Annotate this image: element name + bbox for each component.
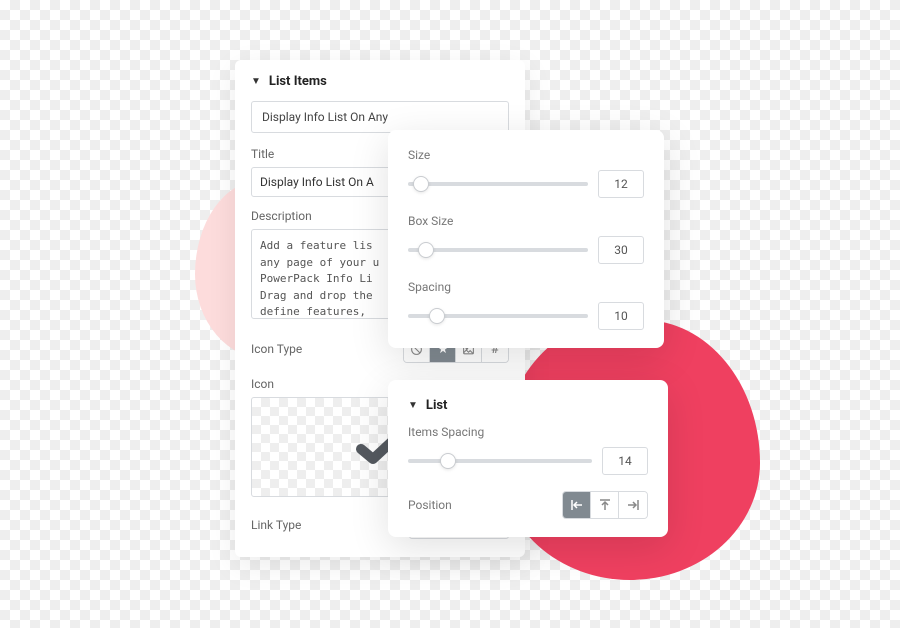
items-spacing-block: Items Spacing 14 [408, 425, 648, 475]
align-left-icon [570, 499, 584, 511]
items-spacing-value[interactable]: 14 [602, 447, 648, 475]
caret-down-icon: ▼ [408, 400, 418, 411]
caret-down-icon: ▼ [251, 76, 261, 87]
section-header[interactable]: ▼ List Items [251, 74, 509, 89]
align-right-icon [626, 499, 640, 511]
list-section-title: List [426, 398, 448, 413]
list-section-header[interactable]: ▼ List [408, 398, 648, 413]
slider-thumb[interactable] [413, 176, 429, 192]
items-spacing-label: Items Spacing [408, 425, 648, 439]
size-slider-block: Size 12 [408, 148, 644, 198]
slider-thumb[interactable] [429, 308, 445, 324]
box-size-value[interactable]: 30 [598, 236, 644, 264]
icon-type-label: Icon Type [251, 342, 302, 356]
list-panel: ▼ List Items Spacing 14 Position [388, 380, 668, 537]
items-spacing-slider[interactable] [408, 459, 592, 463]
slider-thumb[interactable] [418, 242, 434, 258]
spacing-slider[interactable] [408, 314, 588, 318]
spacing-label: Spacing [408, 280, 644, 294]
size-value[interactable]: 12 [598, 170, 644, 198]
box-size-slider[interactable] [408, 248, 588, 252]
spacing-slider-block: Spacing 10 [408, 280, 644, 330]
box-size-slider-block: Box Size 30 [408, 214, 644, 264]
slider-thumb[interactable] [440, 453, 456, 469]
position-right[interactable] [619, 492, 647, 518]
position-label: Position [408, 498, 452, 512]
position-left[interactable] [563, 492, 591, 518]
box-size-label: Box Size [408, 214, 644, 228]
spacing-value[interactable]: 10 [598, 302, 644, 330]
position-group [562, 491, 648, 519]
list-item-row[interactable]: Display Info List On Any [251, 101, 509, 133]
size-panel: Size 12 Box Size 30 Spacing 10 [388, 130, 664, 348]
size-label: Size [408, 148, 644, 162]
position-top[interactable] [591, 492, 619, 518]
link-type-label: Link Type [251, 518, 301, 532]
section-title: List Items [269, 74, 327, 89]
position-row: Position [408, 491, 648, 519]
align-top-icon [599, 498, 611, 512]
size-slider[interactable] [408, 182, 588, 186]
